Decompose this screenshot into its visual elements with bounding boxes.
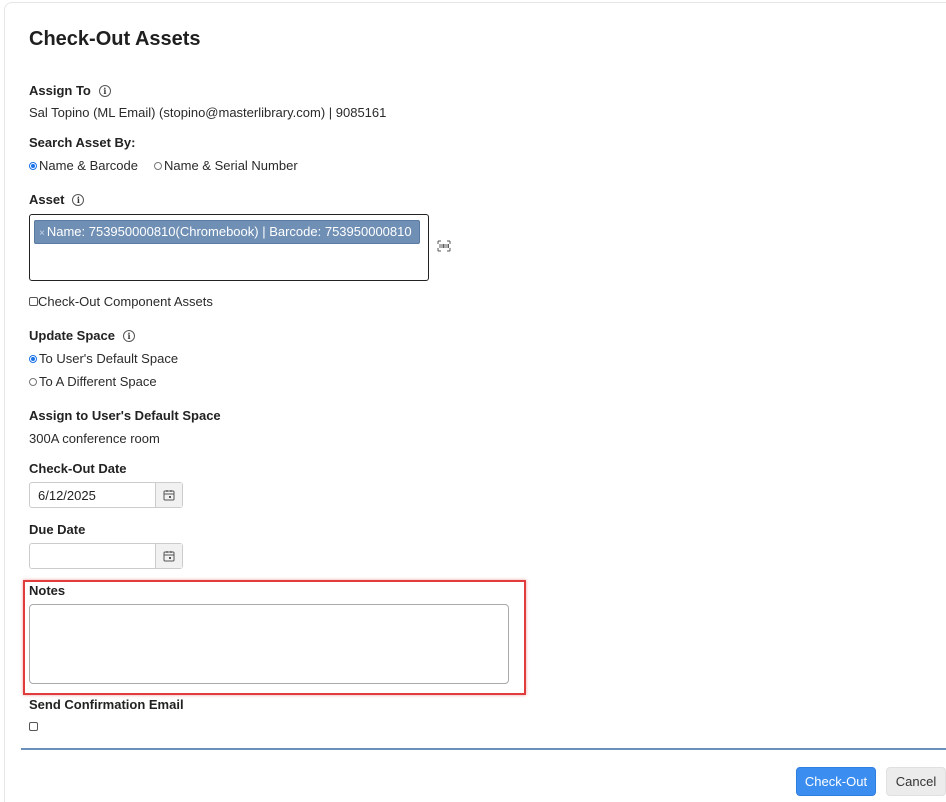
checkout-date-input[interactable]	[30, 483, 155, 507]
radio-default-space[interactable]: To User's Default Space	[29, 351, 178, 366]
radio-label: To A Different Space	[39, 374, 157, 389]
component-assets-label: Check-Out Component Assets	[38, 294, 213, 309]
remove-tag-icon[interactable]: ×	[39, 228, 45, 239]
assign-to-label-row: Assign To i	[29, 83, 111, 98]
search-by-options: Name & Barcode Name & Serial Number	[29, 158, 314, 173]
radio-button[interactable]	[154, 161, 162, 170]
info-icon[interactable]: i	[98, 85, 111, 97]
due-date-input[interactable]	[30, 544, 155, 568]
radio-different-space[interactable]: To A Different Space	[29, 374, 157, 389]
asset-tag: × Name: 753950000810(Chromebook) | Barcod…	[34, 220, 420, 244]
checkout-button[interactable]: Check-Out	[796, 767, 876, 796]
due-date-label: Due Date	[29, 522, 86, 537]
barcode-scan-icon[interactable]	[437, 240, 451, 252]
radio-name-barcode[interactable]: Name & Barcode	[29, 158, 138, 173]
info-icon[interactable]: i	[122, 330, 135, 342]
update-space-label: Update Space	[29, 328, 115, 343]
calendar-button[interactable]	[155, 483, 182, 507]
dialog-title: Check-Out Assets	[29, 28, 201, 50]
radio-label: Name & Barcode	[39, 158, 138, 173]
default-space-value: 300A conference room	[29, 431, 160, 446]
confirmation-email-label: Send Confirmation Email	[29, 697, 184, 712]
radio-label: To User's Default Space	[39, 351, 179, 366]
radio-button[interactable]	[29, 161, 37, 170]
calendar-icon	[163, 551, 175, 562]
due-date-field	[29, 543, 183, 569]
notes-label: Notes	[29, 583, 66, 598]
update-space-label-row: Update Space i	[29, 328, 135, 343]
component-assets-row: Check-Out Component Assets	[29, 294, 213, 309]
search-by-label: Search Asset By:	[29, 135, 136, 150]
default-space-label: Assign to User's Default Space	[29, 408, 221, 423]
cancel-button[interactable]: Cancel	[886, 767, 946, 796]
calendar-button[interactable]	[155, 544, 182, 568]
notes-textarea[interactable]	[29, 604, 509, 684]
asset-label: Asset	[29, 192, 65, 207]
radio-button[interactable]	[29, 354, 37, 363]
assign-to-label: Assign To	[29, 83, 91, 98]
asset-select[interactable]: × Name: 753950000810(Chromebook) | Barcod…	[29, 214, 429, 281]
radio-button[interactable]	[29, 377, 37, 386]
assign-to-value: Sal Topino (ML Email) (stopino@masterlib…	[29, 105, 387, 120]
calendar-icon	[163, 490, 175, 501]
asset-label-row: Asset i	[29, 192, 85, 207]
checkout-date-field	[29, 482, 183, 508]
info-icon[interactable]: i	[72, 194, 85, 206]
radio-label: Name & Serial Number	[164, 158, 298, 173]
footer-divider	[21, 748, 946, 750]
asset-tag-label: Name: 753950000810(Chromebook) | Barcode…	[46, 224, 412, 239]
radio-name-serial[interactable]: Name & Serial Number	[154, 158, 298, 173]
component-assets-checkbox[interactable]	[29, 297, 38, 306]
checkout-date-label: Check-Out Date	[29, 461, 127, 476]
confirmation-email-checkbox[interactable]	[29, 722, 38, 731]
